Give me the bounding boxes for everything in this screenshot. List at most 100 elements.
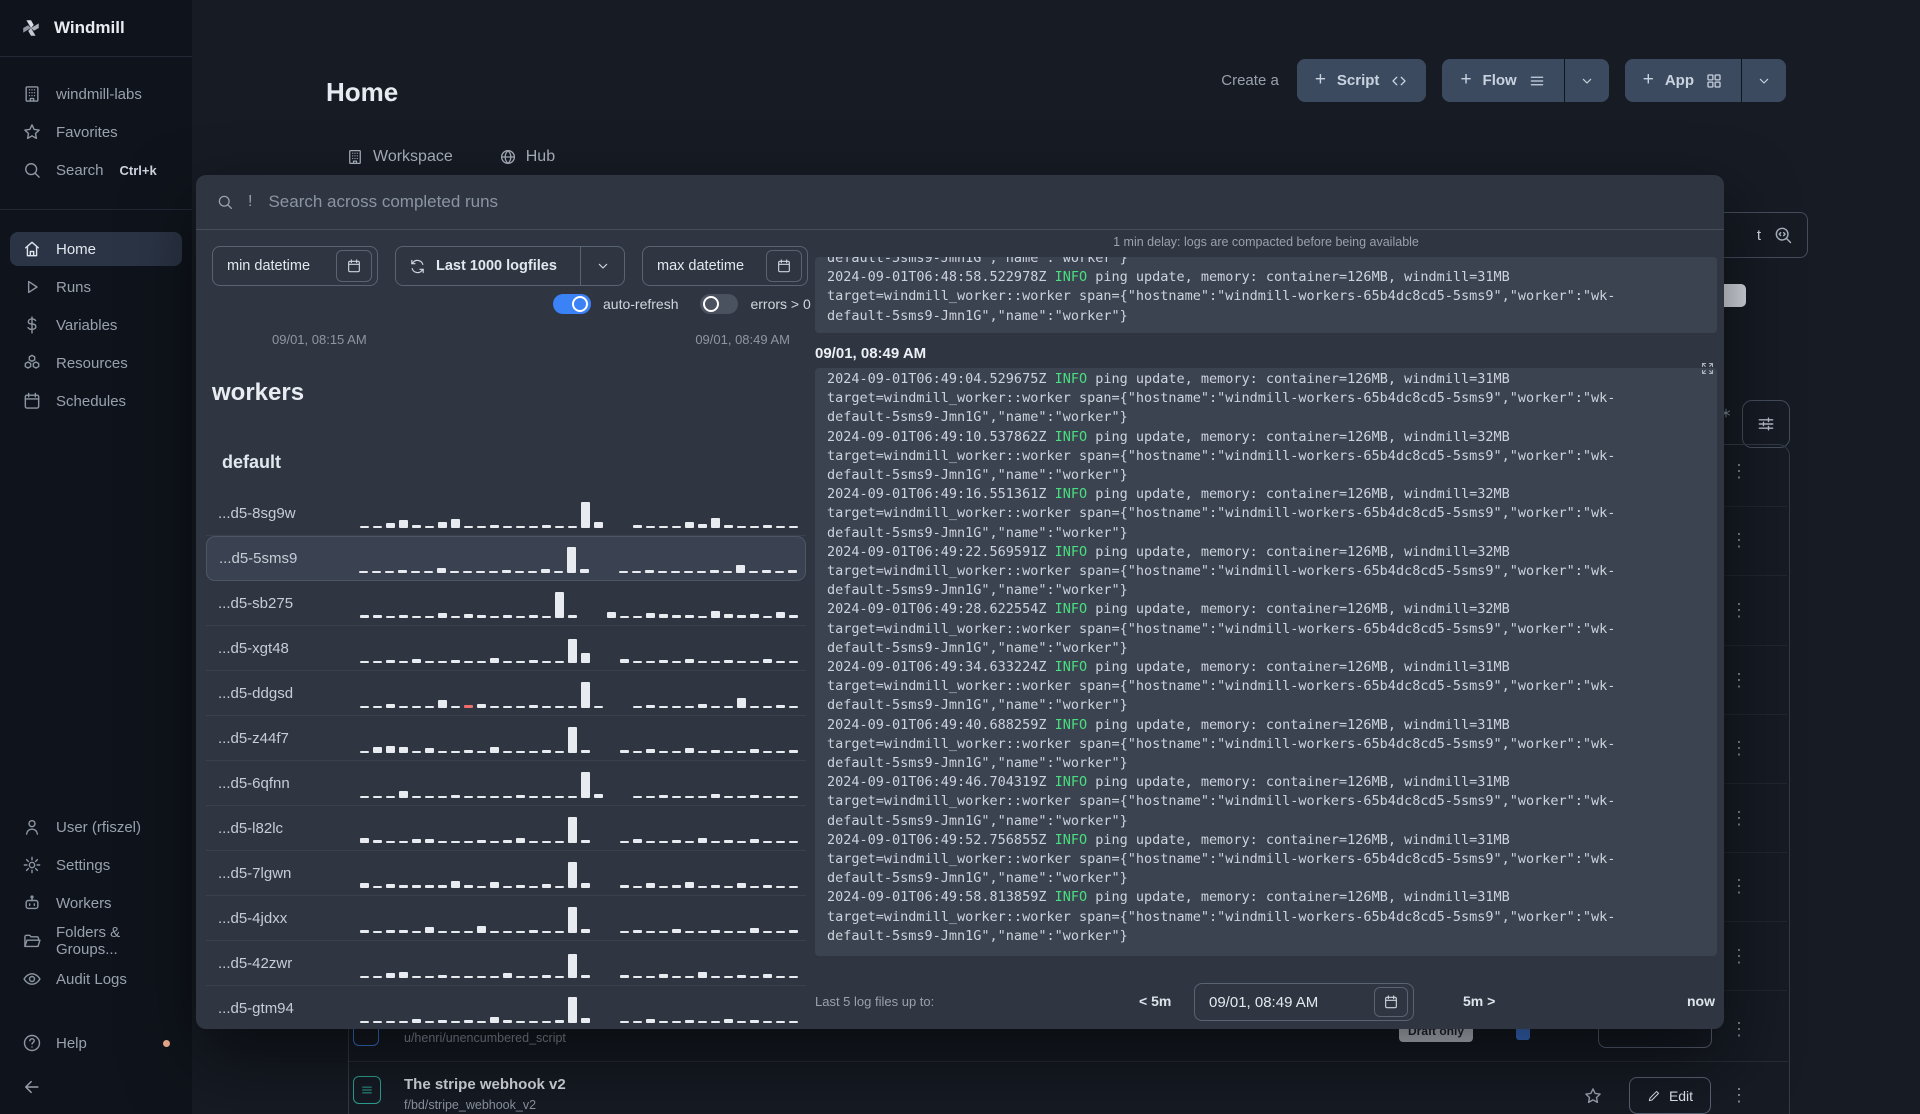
- sidebar-item-search[interactable]: Search Ctrl+k: [10, 153, 182, 187]
- create-script-button[interactable]: + Script: [1296, 59, 1427, 102]
- sidebar-item-label: Schedules: [56, 392, 127, 410]
- webhook-title[interactable]: The stripe webhook v2: [404, 1076, 566, 1093]
- forward-5m-button[interactable]: 5m >: [1463, 993, 1495, 1009]
- worker-row-d5-7lgwn[interactable]: ...d5-7lgwn: [206, 851, 806, 896]
- datetime-input[interactable]: 09/01, 08:49 AM: [1194, 983, 1414, 1021]
- max-datetime-button[interactable]: max datetime: [642, 246, 808, 286]
- row-menu-kebab[interactable]: ⋮: [1730, 671, 1748, 689]
- filter-settings-button[interactable]: [1742, 400, 1790, 448]
- tab-hub[interactable]: Hub: [499, 148, 555, 166]
- row-menu-kebab[interactable]: ⋮: [1730, 462, 1748, 480]
- sparkline-bar: [399, 791, 408, 798]
- sparkline-bar: [412, 616, 421, 618]
- worker-row-d5-gtm94[interactable]: ...d5-gtm94: [206, 986, 806, 1027]
- create-flow-button[interactable]: + Flow: [1442, 59, 1564, 102]
- sidebar-item-settings[interactable]: Settings: [10, 848, 182, 882]
- row-menu-kebab[interactable]: ⋮: [1730, 1020, 1748, 1038]
- sparkline-bar: [724, 525, 733, 528]
- logfiles-count-button[interactable]: Last 1000 logfiles: [395, 246, 625, 286]
- sparkline-bar: [568, 954, 577, 978]
- sparkline-bar: [698, 524, 707, 528]
- sidebar-item-windmill-labs[interactable]: windmill-labs: [10, 77, 182, 111]
- min-datetime-button[interactable]: min datetime: [212, 246, 378, 286]
- sparkline-bar: [516, 526, 525, 528]
- calendar-button[interactable]: [336, 250, 372, 282]
- sparkline-bar: [763, 931, 772, 933]
- sidebar-item-user-rfiszel[interactable]: User (rfiszel): [10, 810, 182, 844]
- row-menu-kebab[interactable]: ⋮: [1730, 601, 1748, 619]
- tab-workspace[interactable]: Workspace: [346, 148, 453, 166]
- sparkline-gap: [607, 707, 616, 708]
- sidebar-item-favorites[interactable]: Favorites: [10, 115, 182, 149]
- worker-row-d5-4jdxx[interactable]: ...d5-4jdxx: [206, 896, 806, 941]
- sidebar-item-label: Home: [56, 240, 97, 258]
- logfiles-main[interactable]: Last 1000 logfiles: [396, 247, 580, 285]
- row-menu-kebab[interactable]: ⋮: [1730, 877, 1748, 895]
- create-app-button[interactable]: + App: [1624, 59, 1741, 102]
- create-app-dropdown[interactable]: [1742, 59, 1786, 102]
- worker-row-d5-l82lc[interactable]: ...d5-l82lc: [206, 806, 806, 851]
- sparkline-bar: [503, 796, 512, 798]
- sparkline-bar: [438, 1020, 447, 1023]
- sidebar-item-schedules[interactable]: Schedules: [10, 384, 182, 418]
- auto-refresh-toggle[interactable]: [553, 294, 591, 314]
- sidebar-item-variables[interactable]: Variables: [10, 308, 182, 342]
- sparkline-bar: [711, 885, 720, 888]
- sparkline-bar: [737, 698, 746, 708]
- calendar-button[interactable]: [766, 250, 802, 282]
- row-menu-kebab[interactable]: ⋮: [1730, 739, 1748, 757]
- worker-row-d5-5sms9[interactable]: ...d5-5sms9: [206, 536, 806, 581]
- worker-row-d5-6qfnn[interactable]: ...d5-6qfnn: [206, 761, 806, 806]
- create-flow-dropdown[interactable]: [1564, 59, 1609, 102]
- sidebar-item-runs[interactable]: Runs: [10, 270, 182, 304]
- worker-row-d5-ddgsd[interactable]: ...d5-ddgsd: [206, 671, 806, 716]
- worker-activity-sparkline: [360, 722, 798, 760]
- worker-row-d5-xgt48[interactable]: ...d5-xgt48: [206, 626, 806, 671]
- search-input[interactable]: [266, 191, 1704, 213]
- sparkline-gap: [594, 842, 603, 843]
- sparkline-bar: [750, 614, 759, 618]
- sparkline-bar: [619, 571, 628, 573]
- expand-icon[interactable]: [1700, 361, 1715, 376]
- sparkline-bar: [360, 976, 369, 978]
- logfiles-dropdown[interactable]: [581, 247, 624, 285]
- sparkline-bar: [646, 931, 655, 933]
- errors-toggle[interactable]: [700, 294, 739, 314]
- back-5m-button[interactable]: < 5m: [1139, 993, 1171, 1009]
- app-logo[interactable]: Windmill: [0, 0, 192, 57]
- sidebar-item-workers[interactable]: Workers: [10, 886, 182, 920]
- row-menu-kebab[interactable]: ⋮: [1730, 531, 1748, 549]
- sidebar-item-home[interactable]: Home: [10, 232, 182, 266]
- sparkline-bar: [723, 571, 732, 573]
- now-button[interactable]: now: [1687, 993, 1715, 1009]
- sparkline-bar: [685, 1020, 694, 1023]
- worker-row-d5-8sg9w[interactable]: ...d5-8sg9w: [206, 491, 806, 536]
- row-menu-kebab[interactable]: ⋮: [1730, 947, 1748, 965]
- edit-button[interactable]: Edit: [1629, 1077, 1711, 1114]
- sparkline-bar: [737, 975, 746, 978]
- sidebar-item-audit-logs[interactable]: Audit Logs: [10, 962, 182, 996]
- sparkline-bar: [373, 1021, 382, 1023]
- sidebar-item-resources[interactable]: Resources: [10, 346, 182, 380]
- plus-icon: +: [1460, 69, 1472, 90]
- sidebar-item-help[interactable]: Help: [10, 1026, 182, 1060]
- create-flow-split: + Flow: [1442, 59, 1609, 102]
- sparkline-bar: [477, 976, 486, 978]
- calendar-button[interactable]: [1374, 987, 1408, 1017]
- favorite-star-icon[interactable]: [1583, 1086, 1603, 1106]
- row-menu-kebab[interactable]: ⋮: [1730, 1086, 1748, 1104]
- worker-name: ...d5-4jdxx: [218, 909, 288, 927]
- sparkline-bar: [463, 571, 472, 573]
- sparkline-bar: [373, 931, 382, 933]
- sparkline-bar: [711, 976, 720, 978]
- worker-row-d5-sb275[interactable]: ...d5-sb275: [206, 581, 806, 626]
- sparkline-bar: [529, 930, 538, 933]
- collapse-sidebar-button[interactable]: [10, 1072, 182, 1102]
- sparkline-bar: [685, 659, 694, 663]
- sparkline-bar: [672, 976, 681, 978]
- row-menu-kebab[interactable]: ⋮: [1730, 809, 1748, 827]
- worker-row-d5-42zwr[interactable]: ...d5-42zwr: [206, 941, 806, 986]
- sidebar-item-folders-groups[interactable]: Folders & Groups...: [10, 924, 182, 958]
- sparkline-bar: [789, 706, 798, 708]
- worker-row-d5-z44f7[interactable]: ...d5-z44f7: [206, 716, 806, 761]
